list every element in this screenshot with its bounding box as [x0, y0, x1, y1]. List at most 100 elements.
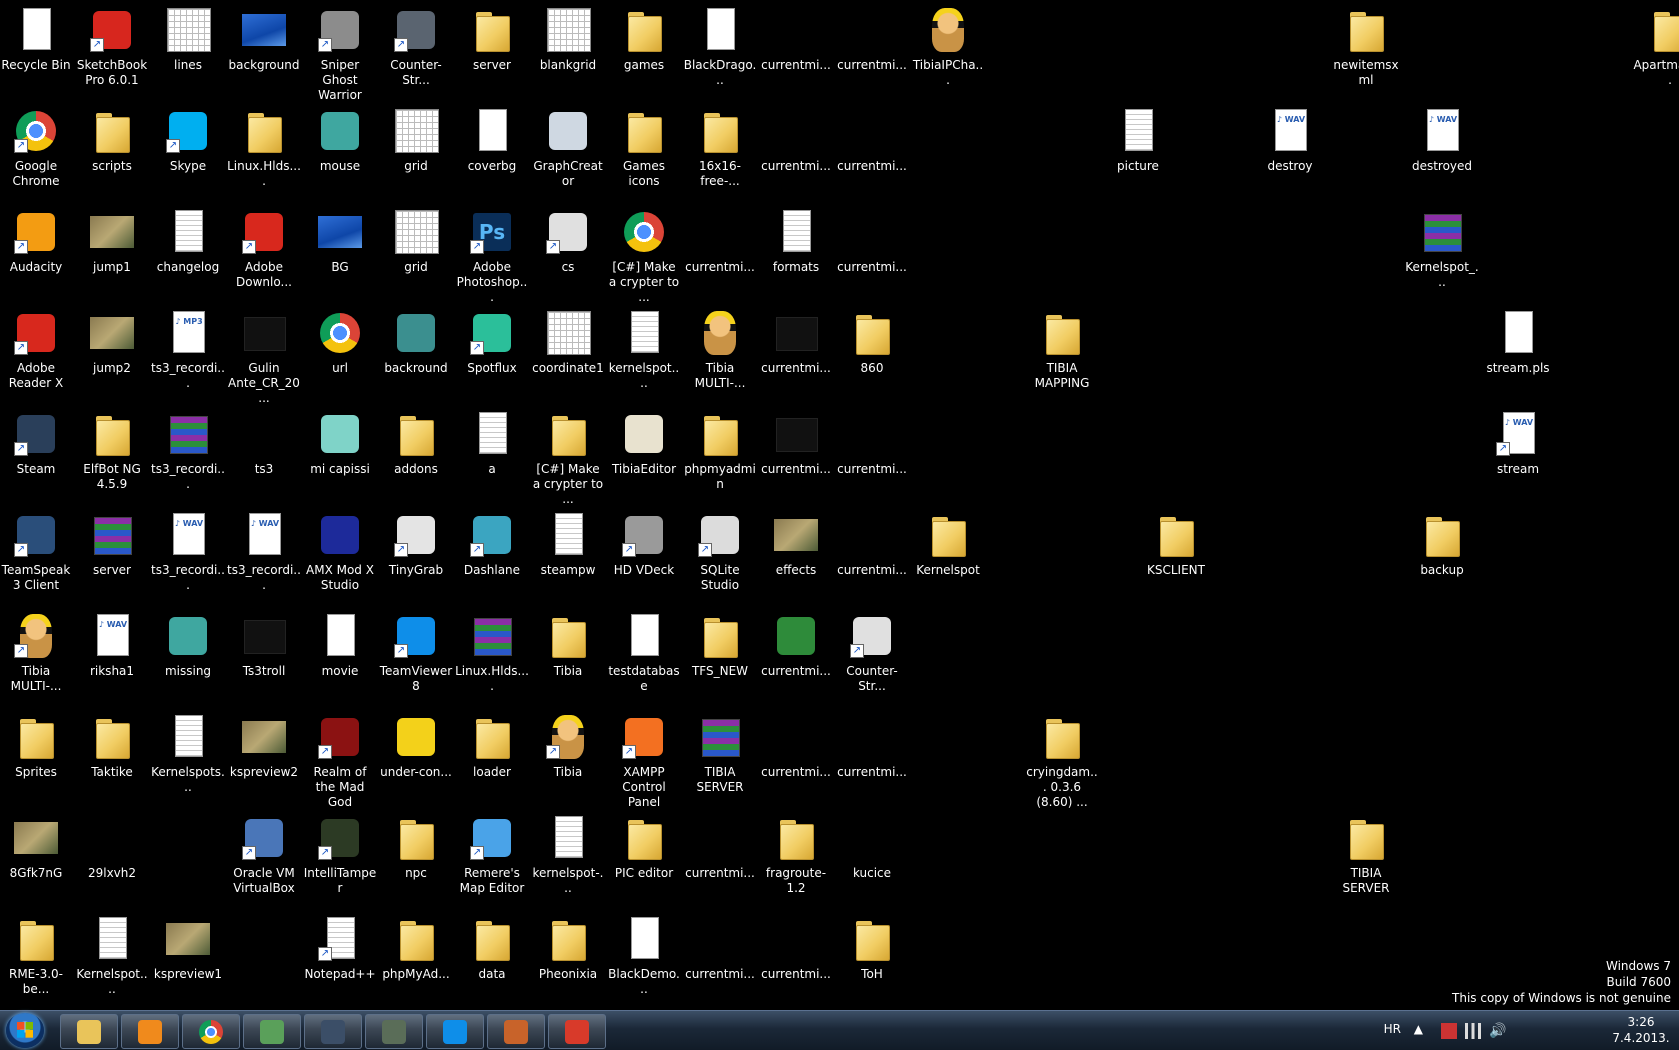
desktop-icon[interactable]: currentmi... — [759, 410, 833, 477]
desktop-icon[interactable]: 16x16-free-... — [683, 107, 757, 189]
desktop-icon[interactable]: npc — [379, 814, 453, 881]
desktop-icon[interactable]: TFS_NEW — [683, 612, 757, 679]
desktop-icon[interactable]: SketchBook Pro 6.0.1 — [75, 6, 149, 88]
taskbar-button-windows-explorer[interactable] — [60, 1014, 118, 1049]
desktop-icon[interactable]: IntelliTamper — [303, 814, 377, 896]
desktop-icon[interactable]: server — [455, 6, 529, 73]
desktop-icon[interactable]: server — [75, 511, 149, 578]
desktop[interactable]: Recycle Bin SketchBook Pro 6.0.1 lines back… — [0, 0, 1679, 1010]
desktop-icon[interactable]: currentmi... — [835, 410, 909, 477]
desktop-icon[interactable]: RME-3.0-be... — [0, 915, 73, 997]
desktop-icon[interactable]: kspreview1 — [151, 915, 225, 982]
desktop-icon[interactable]: Notepad++ — [303, 915, 377, 982]
desktop-icon[interactable]: TeamSpeak 3 Client — [0, 511, 73, 593]
desktop-icon[interactable]: Taktike — [75, 713, 149, 780]
taskbar-button-app-monitor[interactable] — [365, 1014, 423, 1049]
network-icon[interactable] — [1465, 1023, 1481, 1039]
desktop-icon[interactable]: Ts3troll — [227, 612, 301, 679]
desktop-icon[interactable]: riksha1 — [75, 612, 149, 679]
desktop-icon[interactable]: Kernelspot_... — [1405, 208, 1479, 290]
desktop-icon[interactable]: ElfBot NG 4.5.9 — [75, 410, 149, 492]
desktop-icon[interactable]: newitemsxml — [1329, 6, 1403, 88]
desktop-icon[interactable]: Tibia MULTI-... — [683, 309, 757, 391]
action-center-icon[interactable] — [1441, 1023, 1457, 1039]
desktop-icon[interactable]: BlackDrago... — [683, 6, 757, 88]
desktop-icon[interactable]: grid — [379, 208, 453, 275]
desktop-icon[interactable]: games — [607, 6, 681, 73]
desktop-icon[interactable]: Tibia MULTI-... — [0, 612, 73, 694]
desktop-icon[interactable]: currentmi... — [683, 814, 757, 881]
taskbar-button-app-squirrel[interactable] — [487, 1014, 545, 1049]
desktop-icon[interactable]: Spotflux — [455, 309, 529, 376]
taskbar-button-tibia[interactable] — [548, 1014, 606, 1049]
desktop-icon[interactable]: GraphCreator — [531, 107, 605, 189]
desktop-icon[interactable]: cs — [531, 208, 605, 275]
desktop-icon[interactable]: backround — [379, 309, 453, 376]
desktop-icon[interactable]: Adobe Downlo... — [227, 208, 301, 290]
desktop-icon[interactable]: Realm of the Mad God — [303, 713, 377, 810]
desktop-icon[interactable]: missing — [151, 612, 225, 679]
taskbar-button-google-chrome[interactable] — [182, 1014, 240, 1049]
desktop-icon[interactable]: jump1 — [75, 208, 149, 275]
clock[interactable]: 3:26 7.4.2013. — [1611, 1014, 1671, 1046]
desktop-icon[interactable]: stream.pls — [1481, 309, 1555, 376]
desktop-icon[interactable]: HD VDeck — [607, 511, 681, 578]
desktop-icon[interactable]: BlackDemo... — [607, 915, 681, 997]
desktop-icon[interactable]: currentmi... — [759, 6, 833, 73]
desktop-icon[interactable]: effects — [759, 511, 833, 578]
desktop-icon[interactable]: currentmi... — [835, 511, 909, 578]
desktop-icon[interactable]: under-con... — [379, 713, 453, 780]
desktop-icon[interactable]: addons — [379, 410, 453, 477]
desktop-icon[interactable]: [C#] Make a crypter to ... — [531, 410, 605, 507]
desktop-icon[interactable]: PIC editor — [607, 814, 681, 881]
desktop-icon[interactable]: TIBIA MAPPING — [1025, 309, 1099, 391]
desktop-icon[interactable]: Counter-Str... — [379, 6, 453, 88]
taskbar-button-teamviewer[interactable] — [426, 1014, 484, 1049]
desktop-icon[interactable]: kspreview2 — [227, 713, 301, 780]
desktop-icon[interactable]: ts3_recordi... — [151, 309, 225, 391]
desktop-icon[interactable]: url — [303, 309, 377, 376]
desktop-icon[interactable]: Google Chrome — [0, 107, 73, 189]
desktop-icon[interactable]: Sniper Ghost Warrior — [303, 6, 377, 103]
desktop-icon[interactable]: ts3_recordi... — [227, 511, 301, 593]
desktop-icon[interactable]: currentmi... — [835, 208, 909, 275]
desktop-icon[interactable]: backup — [1405, 511, 1479, 578]
desktop-icon[interactable]: Tibia — [531, 713, 605, 780]
desktop-icon[interactable]: cryingdam... 0.3.6 (8.60) ... — [1025, 713, 1099, 810]
desktop-icon[interactable]: destroyed — [1405, 107, 1479, 174]
desktop-icon[interactable]: phpmyadmin — [683, 410, 757, 492]
desktop-icon[interactable]: Gulin Ante_CR_20... — [227, 309, 301, 406]
desktop-icon[interactable]: scripts — [75, 107, 149, 174]
desktop-icon[interactable]: ts3 — [227, 410, 301, 477]
desktop-icon[interactable]: Counter-Str... — [835, 612, 909, 694]
desktop-icon[interactable]: AMX Mod X Studio — [303, 511, 377, 593]
desktop-icon[interactable]: lines — [151, 6, 225, 73]
desktop-icon[interactable]: currentmi... — [759, 612, 833, 679]
desktop-icon[interactable]: Steam — [0, 410, 73, 477]
desktop-icon[interactable]: kucice — [835, 814, 909, 881]
desktop-icon[interactable]: testdatabase — [607, 612, 681, 694]
desktop-icon[interactable]: Kernelspot — [911, 511, 985, 578]
desktop-icon[interactable]: Kernelspot.... — [75, 915, 149, 997]
taskbar-button-media-player[interactable] — [121, 1014, 179, 1049]
volume-icon[interactable]: 🔊 — [1489, 1023, 1506, 1039]
desktop-icon[interactable]: currentmi... — [759, 309, 833, 376]
desktop-icon[interactable]: Recycle Bin — [0, 6, 73, 73]
taskbar-button-app-green[interactable] — [243, 1014, 301, 1049]
desktop-icon[interactable]: jump2 — [75, 309, 149, 376]
desktop-icon[interactable]: grid — [379, 107, 453, 174]
desktop-icon[interactable]: currentmi... — [683, 915, 757, 982]
desktop-icon[interactable]: currentmi... — [683, 208, 757, 275]
desktop-icon[interactable]: mi capissi — [303, 410, 377, 477]
desktop-icon[interactable]: TibiaIPCha... — [911, 6, 985, 88]
desktop-icon[interactable]: ts3_recordi... — [151, 511, 225, 593]
desktop-icon[interactable]: KSCLIENT — [1139, 511, 1213, 578]
desktop-icon[interactable]: Sprites — [0, 713, 73, 780]
desktop-icon[interactable]: changelog — [151, 208, 225, 275]
desktop-icon[interactable]: TeamViewer 8 — [379, 612, 453, 694]
desktop-icon[interactable]: Linux.Hlds.... — [227, 107, 301, 189]
desktop-icon[interactable]: kernelspot-... — [531, 814, 605, 896]
desktop-icon[interactable]: Remere's Map Editor — [455, 814, 529, 896]
desktop-icon[interactable]: SQLite Studio — [683, 511, 757, 593]
desktop-icon[interactable]: kernelspot.... — [607, 309, 681, 391]
